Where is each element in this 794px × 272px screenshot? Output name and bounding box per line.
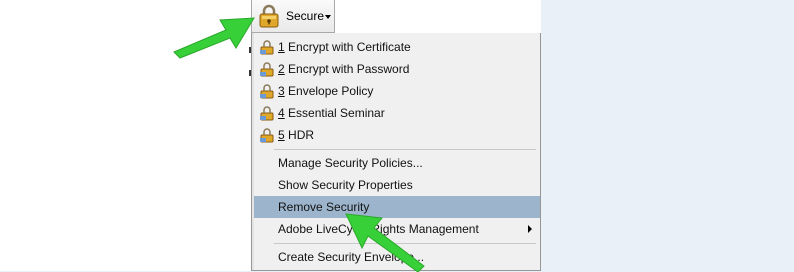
menu-item-label: Manage Security Policies... <box>278 156 423 170</box>
menu-item-essential-seminar[interactable]: 4 Essential Seminar <box>254 102 540 124</box>
policy-icon <box>259 127 275 146</box>
menu-item-manage-policies[interactable]: Manage Security Policies... <box>254 152 540 174</box>
menu-item-label: Essential Seminar <box>284 106 385 120</box>
menu-item-envelope-policy[interactable]: 3 Envelope Policy <box>254 80 540 102</box>
secure-button-label: Secure <box>286 9 325 23</box>
policy-icon <box>259 61 275 80</box>
menu-item-encrypt-certificate[interactable]: 1 Encrypt with Certificate <box>254 36 540 58</box>
menu-item-number: 1 <box>278 40 285 54</box>
submenu-arrow-icon <box>528 225 532 233</box>
menu-separator <box>274 149 536 150</box>
menu-item-hdr[interactable]: 5 HDR <box>254 124 540 146</box>
menu-item-show-properties[interactable]: Show Security Properties <box>254 174 540 196</box>
policy-icon <box>259 83 275 102</box>
menu-item-label: Show Security Properties <box>278 178 413 192</box>
policy-icon <box>259 105 275 124</box>
menu-item-label: Encrypt with Certificate <box>284 40 411 54</box>
menu-item-encrypt-password[interactable]: 2 Encrypt with Password <box>254 58 540 80</box>
menu-item-number: 4 <box>278 106 285 120</box>
menu-item-number: 5 <box>278 128 285 142</box>
policy-icon <box>259 39 275 58</box>
menu-item-label: Encrypt with Password <box>284 62 410 76</box>
menu-item-label: Envelope Policy <box>284 84 374 98</box>
chevron-down-icon <box>325 15 331 19</box>
menu-item-number: 2 <box>278 62 285 76</box>
menu-item-label: HDR <box>284 128 315 142</box>
padlock-icon <box>258 4 280 33</box>
secure-button[interactable]: Secure <box>251 0 335 33</box>
pointer-arrow-icon <box>345 213 425 272</box>
menu-item-number: 3 <box>278 84 285 98</box>
pointer-arrow-icon <box>173 17 255 59</box>
